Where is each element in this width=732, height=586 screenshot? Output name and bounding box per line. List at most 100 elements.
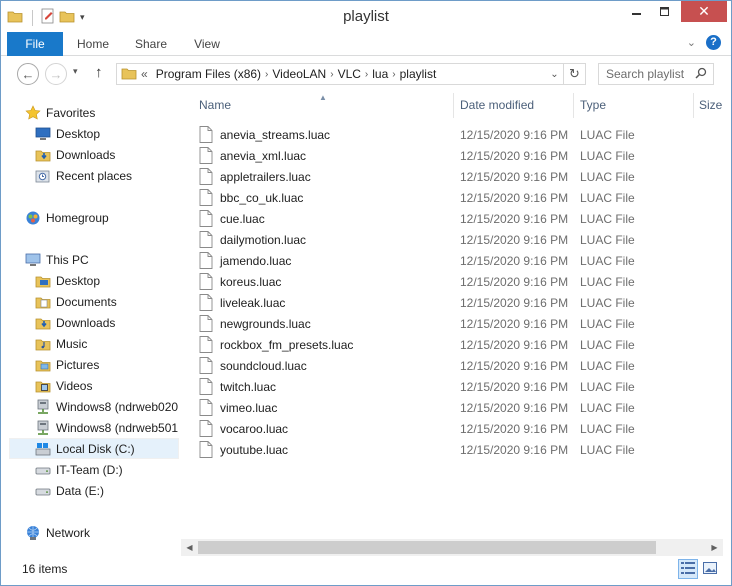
column-header-date[interactable]: Date modified <box>460 93 534 118</box>
nav-item-downloads[interactable]: Downloads <box>35 312 179 333</box>
file-type: LUAC File <box>580 169 635 184</box>
horizontal-scrollbar[interactable]: ◀ ▶ <box>181 539 723 556</box>
file-row[interactable]: anevia_xml.luac 12/15/2020 9:16 PM LUAC Fi… <box>199 145 719 166</box>
file-row[interactable]: cue.luac 12/15/2020 9:16 PM LUAC File <box>199 208 719 229</box>
close-button[interactable]: ✕ <box>681 1 727 22</box>
nav-item-videos[interactable]: Videos <box>35 375 179 396</box>
file-row[interactable]: vocaroo.luac 12/15/2020 9:16 PM LUAC File <box>199 418 719 439</box>
breadcrumb-program-files[interactable]: Program Files (x86) <box>156 67 261 81</box>
sort-ascending-icon: ▲ <box>319 93 327 102</box>
help-icon[interactable]: ? <box>706 35 721 50</box>
nav-item-music[interactable]: Music <box>35 333 179 354</box>
chevron-right-icon[interactable]: › <box>365 69 368 80</box>
nav-item-label: Network <box>46 525 91 540</box>
file-date-modified: 12/15/2020 9:16 PM <box>460 379 569 394</box>
nav-item-downloads[interactable]: Downloads <box>35 144 179 165</box>
nav-item-windows8-ndrweb501[interactable]: Windows8 (ndrweb501 <box>35 417 179 438</box>
expand-ribbon-icon[interactable]: ⌄ <box>687 36 696 49</box>
documents-folder-icon <box>35 294 51 310</box>
column-divider[interactable] <box>453 93 454 118</box>
nav-item-homegroup[interactable]: Homegroup <box>25 207 179 228</box>
nav-item-desktop[interactable]: Desktop <box>35 123 179 144</box>
chevron-right-icon[interactable]: › <box>392 69 395 80</box>
scroll-right-icon[interactable]: ▶ <box>706 539 723 556</box>
search-input[interactable] <box>599 67 691 81</box>
file-row[interactable]: liveleak.luac 12/15/2020 9:16 PM LUAC File <box>199 292 719 313</box>
up-button[interactable]: ↑ <box>95 64 103 81</box>
nav-item-documents[interactable]: Documents <box>35 291 179 312</box>
file-type: LUAC File <box>580 190 635 205</box>
file-icon <box>199 168 213 185</box>
tab-view[interactable]: View <box>181 32 233 56</box>
downloads-folder-icon <box>35 315 51 331</box>
nav-item-this-pc[interactable]: This PC <box>25 249 179 270</box>
file-date-modified: 12/15/2020 9:16 PM <box>460 148 569 163</box>
file-row[interactable]: vimeo.luac 12/15/2020 9:16 PM LUAC File <box>199 397 719 418</box>
pictures-folder-icon <box>35 357 51 373</box>
nav-item-label: Downloads <box>56 315 116 330</box>
file-row[interactable]: koreus.luac 12/15/2020 9:16 PM LUAC File <box>199 271 719 292</box>
large-icons-view-button[interactable] <box>700 559 720 579</box>
details-view-button[interactable] <box>678 559 698 579</box>
file-name: soundcloud.luac <box>220 358 307 373</box>
nav-item-label: Windows8 (ndrweb501 <box>56 420 179 435</box>
breadcrumb-overflow[interactable]: « <box>141 67 148 81</box>
breadcrumb-videolan[interactable]: VideoLAN <box>272 67 326 81</box>
column-header-type[interactable]: Type <box>580 93 606 118</box>
nav-item-recent-places[interactable]: Recent places <box>35 165 179 186</box>
scrollbar-thumb[interactable] <box>198 541 656 554</box>
file-name: dailymotion.luac <box>220 232 307 247</box>
tab-share[interactable]: Share <box>125 32 177 56</box>
recent-locations-button[interactable]: ▾ <box>73 66 78 77</box>
back-button[interactable]: ← <box>17 63 39 85</box>
minimize-button[interactable] <box>624 1 650 22</box>
refresh-button[interactable]: ↻ <box>563 64 585 84</box>
column-header-name[interactable]: Name <box>199 93 231 118</box>
nav-item-it-team-d[interactable]: IT-Team (D:) <box>35 459 179 480</box>
breadcrumb-lua[interactable]: lua <box>372 67 388 81</box>
chevron-right-icon[interactable]: › <box>330 69 333 80</box>
breadcrumb-playlist[interactable]: playlist <box>400 67 437 81</box>
address-bar[interactable]: « Program Files (x86) › VideoLAN › VLC ›… <box>116 63 586 85</box>
file-date-modified: 12/15/2020 9:16 PM <box>460 337 569 352</box>
file-row[interactable]: newgrounds.luac 12/15/2020 9:16 PM LUAC Fi… <box>199 313 719 334</box>
tab-home[interactable]: Home <box>67 32 119 56</box>
column-header-size[interactable]: Size <box>699 93 722 118</box>
nav-item-windows8-ndrweb020[interactable]: Windows8 (ndrweb020 <box>35 396 179 417</box>
nav-item-network[interactable]: Network <box>25 522 179 543</box>
nav-item-favorites[interactable]: Favorites <box>25 102 179 123</box>
chevron-right-icon[interactable]: › <box>265 69 268 80</box>
forward-button[interactable]: → <box>45 63 67 85</box>
nav-item-local-disk-c[interactable]: Local Disk (C:) <box>9 438 179 459</box>
file-row[interactable]: anevia_streams.luac 12/15/2020 9:16 PM LUA… <box>199 124 719 145</box>
tab-file[interactable]: File <box>7 32 63 56</box>
nav-item-desktop[interactable]: Desktop <box>35 270 179 291</box>
column-divider[interactable] <box>693 93 694 118</box>
file-row[interactable]: jamendo.luac 12/15/2020 9:16 PM LUAC File <box>199 250 719 271</box>
file-row[interactable]: bbc_co_uk.luac 12/15/2020 9:16 PM LUAC Fil… <box>199 187 719 208</box>
file-row[interactable]: youtube.luac 12/15/2020 9:16 PM LUAC File <box>199 439 719 460</box>
chevron-down-icon[interactable]: ⌄ <box>545 69 563 80</box>
file-row[interactable]: appletrailers.luac 12/15/2020 9:16 PM LUAC… <box>199 166 719 187</box>
arrow-up-icon: ↑ <box>95 64 103 81</box>
network-drive-icon <box>35 399 51 415</box>
file-type: LUAC File <box>580 211 635 226</box>
file-row[interactable]: dailymotion.luac 12/15/2020 9:16 PM LUAC F… <box>199 229 719 250</box>
file-name: appletrailers.luac <box>220 169 311 184</box>
nav-item-pictures[interactable]: Pictures <box>35 354 179 375</box>
search-icon[interactable] <box>691 67 711 82</box>
maximize-button[interactable] <box>652 1 678 22</box>
file-list: Name ▲ Date modified Type Size anevia_st… <box>181 93 723 539</box>
arrow-left-icon: ← <box>21 66 35 82</box>
nav-item-data-e[interactable]: Data (E:) <box>35 480 179 501</box>
breadcrumb-vlc[interactable]: VLC <box>338 67 361 81</box>
file-row[interactable]: soundcloud.luac 12/15/2020 9:16 PM LUAC Fi… <box>199 355 719 376</box>
scroll-left-icon[interactable]: ◀ <box>181 539 198 556</box>
file-type: LUAC File <box>580 337 635 352</box>
music-folder-icon <box>35 336 51 352</box>
file-name: jamendo.luac <box>220 253 292 268</box>
column-divider[interactable] <box>573 93 574 118</box>
file-row[interactable]: twitch.luac 12/15/2020 9:16 PM LUAC File <box>199 376 719 397</box>
file-row[interactable]: rockbox_fm_presets.luac 12/15/2020 9:16 P… <box>199 334 719 355</box>
search-box[interactable] <box>598 63 714 85</box>
